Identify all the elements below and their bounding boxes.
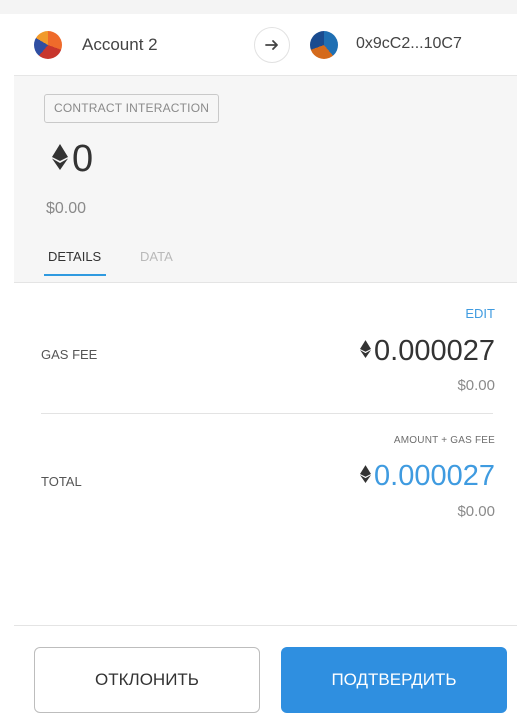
total-value-row: 0.000027 xyxy=(360,460,495,493)
method-badge: CONTRACT INTERACTION xyxy=(44,94,220,123)
amount-fiat: $0.00 xyxy=(46,200,87,217)
gas-fee-value: 0.000027 xyxy=(374,335,495,367)
details-divider xyxy=(41,413,493,414)
tab-details[interactable]: DETAILS xyxy=(48,249,101,264)
details-panel: EDIT GAS FEE 0.000027 $0.00 AMOUNT + GAS… xyxy=(14,283,517,625)
reject-button[interactable]: ОТКЛОНИТЬ xyxy=(34,647,260,713)
eth-icon xyxy=(52,144,68,175)
tab-data[interactable]: DATA xyxy=(140,249,173,264)
total-value: 0.000027 xyxy=(374,460,495,492)
to-address[interactable]: 0x9cC2...10C7 xyxy=(356,35,462,53)
gas-fee-label: GAS FEE xyxy=(41,347,98,362)
top-margin-strip xyxy=(0,0,517,14)
amount-value: 0 xyxy=(72,138,94,180)
from-account-avatar xyxy=(34,31,62,59)
gas-fee-value-row: 0.000027 xyxy=(360,335,495,368)
active-tab-indicator xyxy=(44,274,106,276)
amount-row: 0 xyxy=(52,138,93,181)
arrow-right-icon xyxy=(254,27,290,63)
gas-fee-fiat: $0.00 xyxy=(457,377,495,394)
eth-icon xyxy=(360,465,372,488)
edit-gas-button[interactable]: EDIT xyxy=(465,306,495,321)
confirm-transaction-panel: Account 2 0x9cC2...10C7 CONTRACT INTERAC… xyxy=(14,14,517,728)
eth-icon xyxy=(360,340,372,363)
action-footer: ОТКЛОНИТЬ ПОДТВЕРДИТЬ xyxy=(14,625,517,728)
total-subheading: AMOUNT + GAS FEE xyxy=(393,435,495,446)
sender-recipient-row: Account 2 0x9cC2...10C7 xyxy=(14,14,517,76)
total-fiat: $0.00 xyxy=(457,503,495,520)
transaction-summary: CONTRACT INTERACTION 0 $0.00 DETAILS DAT… xyxy=(14,76,517,283)
total-label: TOTAL xyxy=(41,474,82,489)
confirm-button[interactable]: ПОДТВЕРДИТЬ xyxy=(281,647,507,713)
arrow-right-icon-svg xyxy=(265,40,278,50)
to-address-avatar xyxy=(310,31,338,59)
from-account-name: Account 2 xyxy=(82,35,158,54)
